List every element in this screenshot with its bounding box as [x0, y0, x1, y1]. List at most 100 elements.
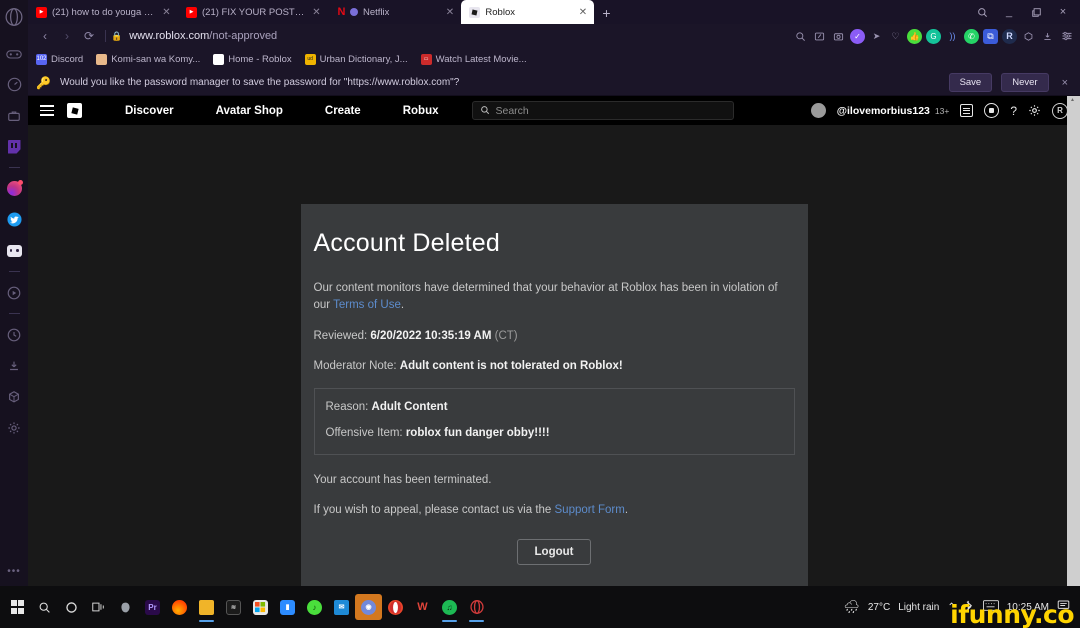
- tab-roblox[interactable]: Roblox ✕: [461, 0, 595, 24]
- sidebar-item-workspace[interactable]: [1, 100, 27, 131]
- logout-button[interactable]: Logout: [516, 539, 592, 565]
- sidebar-item-player[interactable]: [1, 277, 27, 308]
- bookmark-roblox-home[interactable]: Home - Roblox: [213, 53, 292, 65]
- maximize-button[interactable]: [1023, 3, 1049, 21]
- taskbar-search[interactable]: [31, 590, 58, 624]
- easy-setup-icon[interactable]: [1059, 29, 1074, 44]
- taskbar-vscode[interactable]: ≋: [220, 590, 247, 624]
- roblox-ext-icon[interactable]: R: [1002, 28, 1017, 44]
- taskbar-mail[interactable]: ✉: [328, 590, 355, 624]
- page-title: Account Deleted: [313, 229, 500, 257]
- sidebar-item-history[interactable]: [1, 319, 27, 350]
- sidebar-item-settings[interactable]: [1, 412, 27, 443]
- whatsapp-icon[interactable]: ✆: [964, 28, 979, 44]
- taskbar-spotify[interactable]: ♫: [436, 590, 463, 624]
- taskbar-zoom[interactable]: ▮: [274, 590, 301, 624]
- bookmark-label: Komi-san wa Komy...: [111, 53, 201, 65]
- taskbar-microsoft-store[interactable]: [247, 590, 274, 624]
- send-icon[interactable]: ➤: [869, 29, 884, 44]
- close-icon[interactable]: ✕: [161, 7, 172, 18]
- sidebar-item-discord[interactable]: [1, 235, 27, 266]
- username[interactable]: @ilovemorbius123: [837, 105, 930, 117]
- new-tab-button[interactable]: +: [594, 5, 618, 21]
- taskbar-opera-gx[interactable]: [463, 590, 490, 624]
- opera-logo-icon[interactable]: [5, 8, 23, 26]
- nav-link-avatar-shop[interactable]: Avatar Shop: [195, 105, 304, 117]
- nav-link-create[interactable]: Create: [304, 105, 382, 117]
- account-deleted-card: Account Deleted Our content monitors hav…: [300, 204, 808, 586]
- close-icon[interactable]: ✕: [444, 7, 455, 18]
- search-icon[interactable]: [793, 29, 808, 44]
- taskbar-cortana[interactable]: [58, 590, 85, 624]
- nav-link-robux[interactable]: Robux: [382, 105, 460, 117]
- bookmark-komi-san[interactable]: Komi-san wa Komy...: [96, 53, 201, 65]
- robux-icon[interactable]: [984, 103, 1000, 118]
- hamburger-icon[interactable]: [40, 105, 54, 116]
- tab-youtube-2[interactable]: (21) FIX YOUR POSTURE IN ✕: [178, 0, 328, 24]
- sidebar-item-speed-dial[interactable]: [1, 69, 27, 100]
- thumbs-up-icon[interactable]: 👍: [907, 28, 922, 44]
- sidebar-item-downloads[interactable]: [1, 350, 27, 381]
- grammarly-icon[interactable]: G: [926, 28, 941, 44]
- download-icon[interactable]: [1040, 29, 1055, 44]
- reload-icon[interactable]: ⟳: [78, 25, 100, 47]
- divider: [105, 30, 106, 42]
- sidebar-item-gx-corner[interactable]: [1, 38, 27, 69]
- save-password-button[interactable]: Save: [948, 73, 993, 92]
- never-save-password-button[interactable]: Never: [1001, 73, 1049, 92]
- taskbar-opera[interactable]: [382, 590, 409, 624]
- windows-start-icon: [10, 600, 25, 614]
- close-button[interactable]: ×: [1050, 3, 1076, 21]
- windows-start-button[interactable]: [4, 590, 31, 624]
- sidebar-more-options-icon[interactable]: •••: [7, 566, 21, 577]
- sidebar-item-twitter[interactable]: [1, 204, 27, 235]
- forward-icon[interactable]: ›: [56, 25, 78, 47]
- snapshot-icon[interactable]: [812, 29, 827, 44]
- terms-of-use-link[interactable]: Terms of Use: [333, 299, 401, 311]
- sidebar-divider: [8, 167, 20, 168]
- sidebar-item-twitch[interactable]: [1, 131, 27, 162]
- bookmark-label: Urban Dictionary, J...: [319, 53, 408, 65]
- tab-title: (21) how to do youga - You: [52, 6, 156, 18]
- taskbar-spotify-green[interactable]: ♪: [301, 590, 328, 624]
- offensive-label: Offensive Item:: [325, 427, 406, 440]
- tab-netflix[interactable]: N Netflix ✕: [328, 0, 461, 24]
- close-icon[interactable]: ✕: [577, 7, 588, 18]
- taskbar-widgets[interactable]: [112, 590, 139, 624]
- taskbar-premiere-pro[interactable]: Pr: [139, 590, 166, 624]
- camera-icon[interactable]: [831, 29, 846, 44]
- window-search-icon[interactable]: [969, 3, 995, 21]
- settings-gear-icon[interactable]: [1028, 104, 1041, 117]
- shield-icon[interactable]: ✓: [850, 28, 865, 44]
- taskbar-wattpad[interactable]: W: [409, 590, 436, 624]
- cast-icon[interactable]: )): [945, 29, 960, 44]
- taskbar-file-explorer[interactable]: [193, 590, 220, 624]
- notifications-list-icon[interactable]: [960, 104, 974, 117]
- page-scrollbar[interactable]: [1067, 96, 1080, 586]
- support-form-link[interactable]: Support Form: [555, 504, 625, 516]
- roblox-logo-icon[interactable]: [67, 103, 82, 118]
- close-prompt-icon[interactable]: ×: [1058, 77, 1072, 89]
- search-input[interactable]: Search: [471, 101, 734, 120]
- taskbar-firefox[interactable]: [166, 590, 193, 624]
- bookmark-discord[interactable]: 102 Discord: [36, 53, 83, 65]
- heart-icon[interactable]: ♡: [888, 29, 903, 44]
- sidebar-item-extensions[interactable]: [1, 381, 27, 412]
- bookmark-watch-movies[interactable]: ▭ Watch Latest Movie...: [420, 53, 527, 65]
- taskbar-discord[interactable]: ◉: [355, 594, 382, 620]
- sidebar-item-messenger[interactable]: [1, 173, 27, 204]
- window-controls: _ ×: [969, 3, 1080, 21]
- taskbar-task-view[interactable]: [85, 590, 112, 624]
- bookmark-urban-dictionary[interactable]: ud Urban Dictionary, J...: [304, 53, 408, 65]
- minimize-button[interactable]: _: [996, 3, 1022, 21]
- close-icon[interactable]: ✕: [311, 7, 322, 18]
- back-icon[interactable]: ‹: [34, 25, 56, 47]
- avatar[interactable]: [810, 103, 826, 118]
- help-icon[interactable]: ?: [1010, 104, 1017, 118]
- crypto-wallet-icon[interactable]: [1021, 29, 1036, 44]
- url-text[interactable]: www.roblox.com/not-approved: [129, 30, 277, 42]
- nav-link-discover[interactable]: Discover: [104, 105, 195, 117]
- tab-youtube-1[interactable]: (21) how to do youga - You ✕: [28, 0, 178, 24]
- roblox-r-icon[interactable]: R: [1052, 102, 1068, 119]
- copy-icon[interactable]: ⧉: [983, 28, 998, 44]
